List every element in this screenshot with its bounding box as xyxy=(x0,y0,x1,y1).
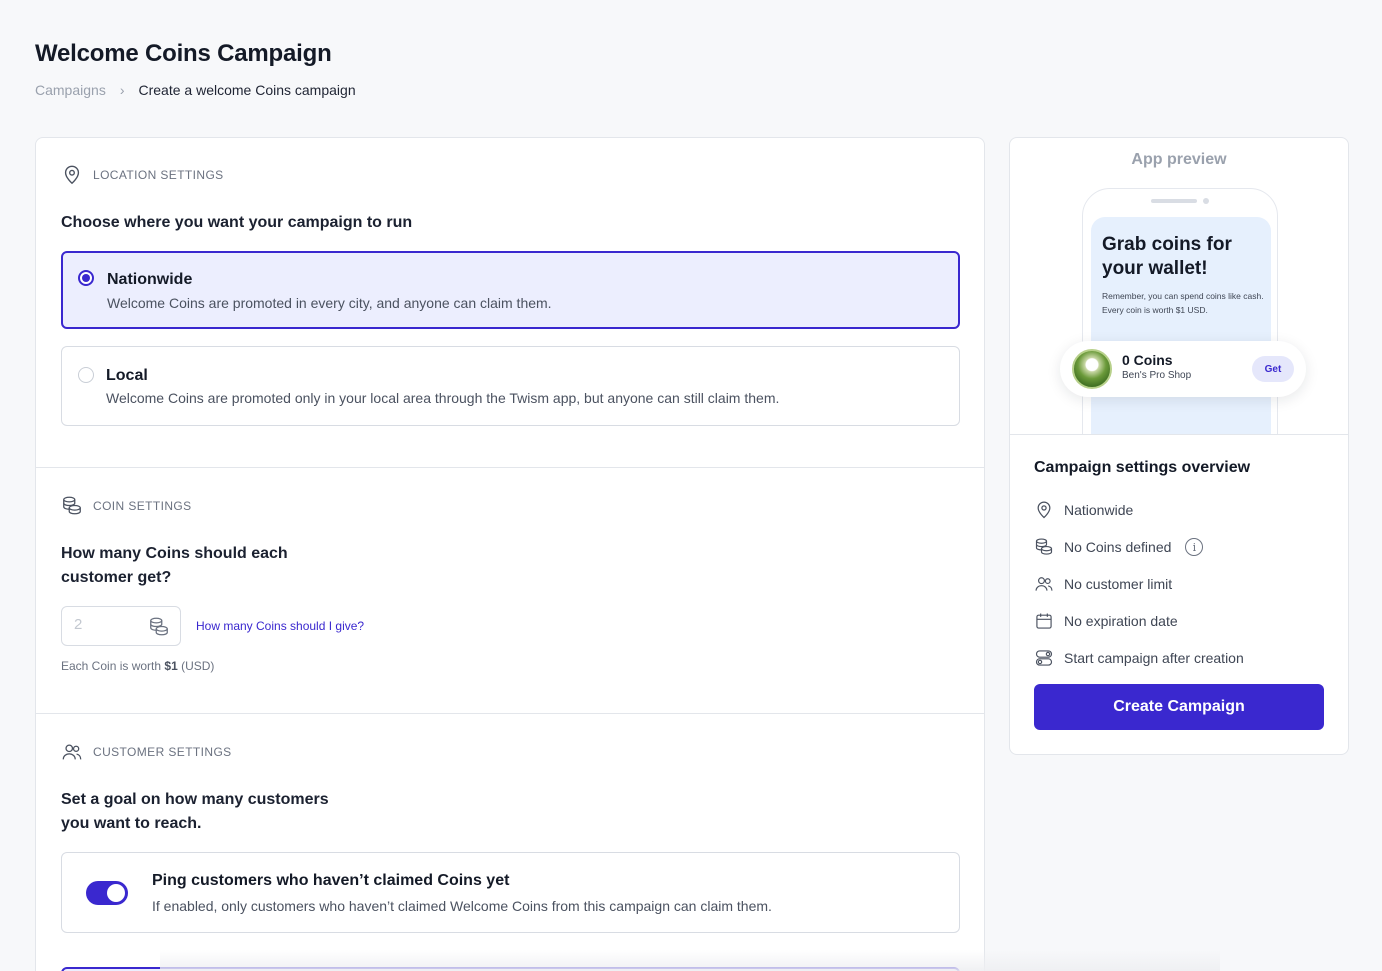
preview-coin-shop: Ben's Pro Shop xyxy=(1122,370,1192,381)
app-preview: App preview Grab coins for your wallet! … xyxy=(1010,138,1348,435)
overview-item-label: Start campaign after creation xyxy=(1064,650,1244,666)
phone-camera-icon xyxy=(1203,198,1209,204)
coin-help-link[interactable]: How many Coins should I give? xyxy=(196,619,364,633)
breadcrumb-separator: › xyxy=(119,82,125,98)
customer-question: Set a goal on how many customers you wan… xyxy=(61,788,329,836)
location-section-label: LOCATION SETTINGS xyxy=(93,168,224,182)
coin-section-label: COIN SETTINGS xyxy=(93,499,192,513)
location-section-header: LOCATION SETTINGS xyxy=(61,164,224,186)
breadcrumb-current: Create a welcome Coins campaign xyxy=(138,82,356,98)
coin-note-prefix: Each Coin is worth xyxy=(61,659,165,673)
bottom-shadow xyxy=(160,950,1220,971)
phone-mockup: Grab coins for your wallet! Remember, yo… xyxy=(1082,188,1278,434)
preview-get-button[interactable]: Get xyxy=(1252,356,1294,382)
overview-title: Campaign settings overview xyxy=(1034,459,1251,476)
coin-note-suffix: (USD) xyxy=(177,659,215,673)
overview-item-start: Start campaign after creation xyxy=(1034,648,1244,668)
coin-section-header: COIN SETTINGS xyxy=(61,495,192,517)
nationwide-description: Welcome Coins are promoted in every city… xyxy=(107,295,552,311)
overview-item-expiration: No expiration date xyxy=(1034,611,1178,631)
toggles-icon xyxy=(1035,650,1053,666)
overview-item-location: Nationwide xyxy=(1034,500,1133,520)
coin-question-line-1: How many Coins should each xyxy=(61,545,288,562)
coins-icon xyxy=(150,617,168,636)
coins-icon xyxy=(1035,538,1053,555)
coin-question-line-2: customer get? xyxy=(61,569,172,586)
phone-screen: Grab coins for your wallet! Remember, yo… xyxy=(1091,217,1271,434)
overview-item-label: No Coins defined xyxy=(1064,539,1172,555)
ping-customers-title: Ping customers who haven’t claimed Coins… xyxy=(152,872,510,889)
overview-item-label: No expiration date xyxy=(1064,613,1178,629)
coin-amount-field[interactable] xyxy=(61,606,181,646)
location-pin-icon xyxy=(1037,501,1051,519)
golf-ball-avatar xyxy=(1072,349,1112,389)
overview-item-label: Nationwide xyxy=(1064,502,1134,518)
local-title: Local xyxy=(106,367,148,384)
preview-coin-row: 0 Coins Ben's Pro Shop Get xyxy=(1060,341,1306,397)
local-option[interactable]: Local Welcome Coins are promoted only in… xyxy=(61,346,960,426)
page-title: Welcome Coins Campaign xyxy=(35,40,332,67)
preview-screen-title: Grab coins for your wallet! xyxy=(1102,234,1232,279)
breadcrumb-campaigns-link[interactable]: Campaigns xyxy=(35,82,106,98)
nationwide-option[interactable]: Nationwide Welcome Coins are promoted in… xyxy=(61,251,960,329)
users-icon xyxy=(62,744,82,760)
ping-customers-card: Ping customers who haven’t claimed Coins… xyxy=(61,852,960,933)
coin-amount-input[interactable] xyxy=(74,616,134,633)
preview-screen-body: Remember, you can spend coins like cash.… xyxy=(1102,291,1264,315)
overview-item-coins: No Coins defined i xyxy=(1034,537,1204,557)
nationwide-title: Nationwide xyxy=(107,271,193,288)
nationwide-radio[interactable] xyxy=(78,270,94,286)
coin-value-note: Each Coin is worth $1 (USD) xyxy=(61,659,214,673)
location-pin-icon xyxy=(64,165,80,185)
ping-customers-description: If enabled, only customers who haven’t c… xyxy=(152,898,772,914)
overview-item-label: No customer limit xyxy=(1064,576,1173,592)
create-campaign-button[interactable]: Create Campaign xyxy=(1034,684,1324,730)
preview-overview-card: App preview Grab coins for your wallet! … xyxy=(1009,137,1349,755)
customer-settings-section: CUSTOMER SETTINGS Set a goal on how many… xyxy=(36,714,984,971)
breadcrumb: Campaigns › Create a welcome Coins campa… xyxy=(35,82,356,98)
coin-settings-section: COIN SETTINGS How many Coins should each… xyxy=(36,468,984,714)
ping-customers-toggle[interactable] xyxy=(86,881,128,905)
users-icon xyxy=(1035,577,1053,591)
customer-question-line-1: Set a goal on how many customers xyxy=(61,791,329,808)
location-settings-section: LOCATION SETTINGS Choose where you want … xyxy=(36,138,984,468)
customer-section-label: CUSTOMER SETTINGS xyxy=(93,745,232,759)
preview-coin-title: 0 Coins xyxy=(1122,352,1173,368)
campaign-form-card: LOCATION SETTINGS Choose where you want … xyxy=(35,137,985,971)
coin-note-value: $1 xyxy=(164,659,178,673)
customer-question-line-2: you want to reach. xyxy=(61,815,202,832)
calendar-icon xyxy=(1036,613,1052,629)
app-preview-label: App preview xyxy=(1131,151,1227,168)
info-icon[interactable]: i xyxy=(1185,538,1204,556)
customer-section-header: CUSTOMER SETTINGS xyxy=(61,741,232,763)
phone-notch xyxy=(1151,199,1197,203)
location-question: Choose where you want your campaign to r… xyxy=(61,214,413,231)
overview-item-customers: No customer limit xyxy=(1034,574,1172,594)
local-radio[interactable] xyxy=(78,367,94,383)
local-description: Welcome Coins are promoted only in your … xyxy=(106,390,780,406)
coin-question: How many Coins should each customer get? xyxy=(61,542,288,590)
coins-icon xyxy=(63,496,81,515)
